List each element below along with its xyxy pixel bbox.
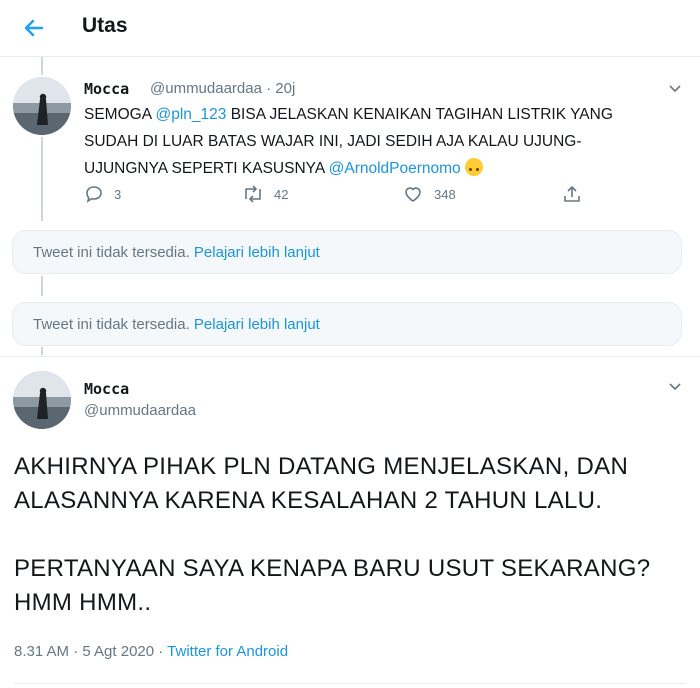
- unavailable-text: Tweet ini tidak tersedia.: [33, 316, 190, 333]
- tweet-meta: 8.31 AM · 5 Agt 2020 · Twitter for Andro…: [14, 643, 288, 660]
- dot-separator: ·: [266, 80, 272, 97]
- unavailable-tweet-notice: Tweet ini tidak tersedia. Pelajari lebih…: [12, 302, 682, 346]
- heart-icon: [405, 187, 421, 202]
- reply-icon: [86, 186, 102, 203]
- author-name[interactable]: Mocca: [84, 80, 129, 98]
- author-handle[interactable]: @ummudaardaa: [150, 80, 262, 97]
- share-icon: [564, 186, 580, 202]
- mention-link[interactable]: @pln_123: [156, 106, 227, 123]
- retweet-icon: [245, 185, 261, 203]
- learn-more-link[interactable]: Pelajari lebih lanjut: [194, 316, 320, 333]
- back-arrow-icon[interactable]: [20, 14, 48, 42]
- tweet-time[interactable]: 20j: [275, 80, 295, 97]
- author-handle-line: @ummudaardaa · 20j: [150, 80, 295, 97]
- tweet-paragraph: PERTANYAAN SAYA KENAPA BARU USUT SEKARAN…: [14, 555, 651, 616]
- divider: [14, 683, 686, 684]
- like-button[interactable]: 348: [402, 182, 456, 206]
- author-name[interactable]: Mocca: [84, 380, 129, 398]
- retweet-count: 42: [274, 186, 289, 202]
- avatar[interactable]: [13, 371, 71, 429]
- tweet-source-link[interactable]: Twitter for Android: [167, 643, 288, 660]
- reply-count: 3: [114, 186, 122, 202]
- tweet-text: SEMOGA @pln_123 BISA JELASKAN KENAIKAN T…: [84, 106, 613, 177]
- like-count: 348: [434, 186, 456, 202]
- thread-connector-3: [41, 347, 43, 355]
- learn-more-link[interactable]: Pelajari lebih lanjut: [194, 244, 320, 261]
- chevron-down-icon[interactable]: [667, 80, 683, 96]
- page-title: Utas: [82, 14, 128, 37]
- thread-connector-top: [41, 57, 43, 75]
- author-handle[interactable]: @ummudaardaa: [84, 402, 196, 419]
- unavailable-text: Tweet ini tidak tersedia.: [33, 244, 190, 261]
- avatar[interactable]: [13, 77, 71, 135]
- tweet-paragraph: AKHIRNYA PIHAK PLN DATANG MENJELASKAN, D…: [14, 453, 629, 514]
- divider: [0, 356, 700, 357]
- upside-down-face-emoji: [465, 158, 483, 176]
- page-header: Utas: [0, 0, 700, 57]
- mention-link[interactable]: @ArnoldPoernomo: [329, 160, 461, 177]
- main-tweet-text: AKHIRNYA PIHAK PLN DATANG MENJELASKAN, D…: [14, 450, 684, 620]
- chevron-down-icon[interactable]: [667, 378, 683, 394]
- tweet-timestamp[interactable]: 8.31 AM · 5 Agt 2020 ·: [14, 643, 167, 660]
- thread-connector-1: [41, 137, 43, 221]
- share-button[interactable]: [562, 182, 592, 206]
- thread-connector-2: [41, 276, 43, 296]
- unavailable-tweet-notice: Tweet ini tidak tersedia. Pelajari lebih…: [12, 230, 682, 274]
- retweet-button[interactable]: 42: [242, 182, 288, 206]
- reply-button[interactable]: 3: [84, 182, 121, 206]
